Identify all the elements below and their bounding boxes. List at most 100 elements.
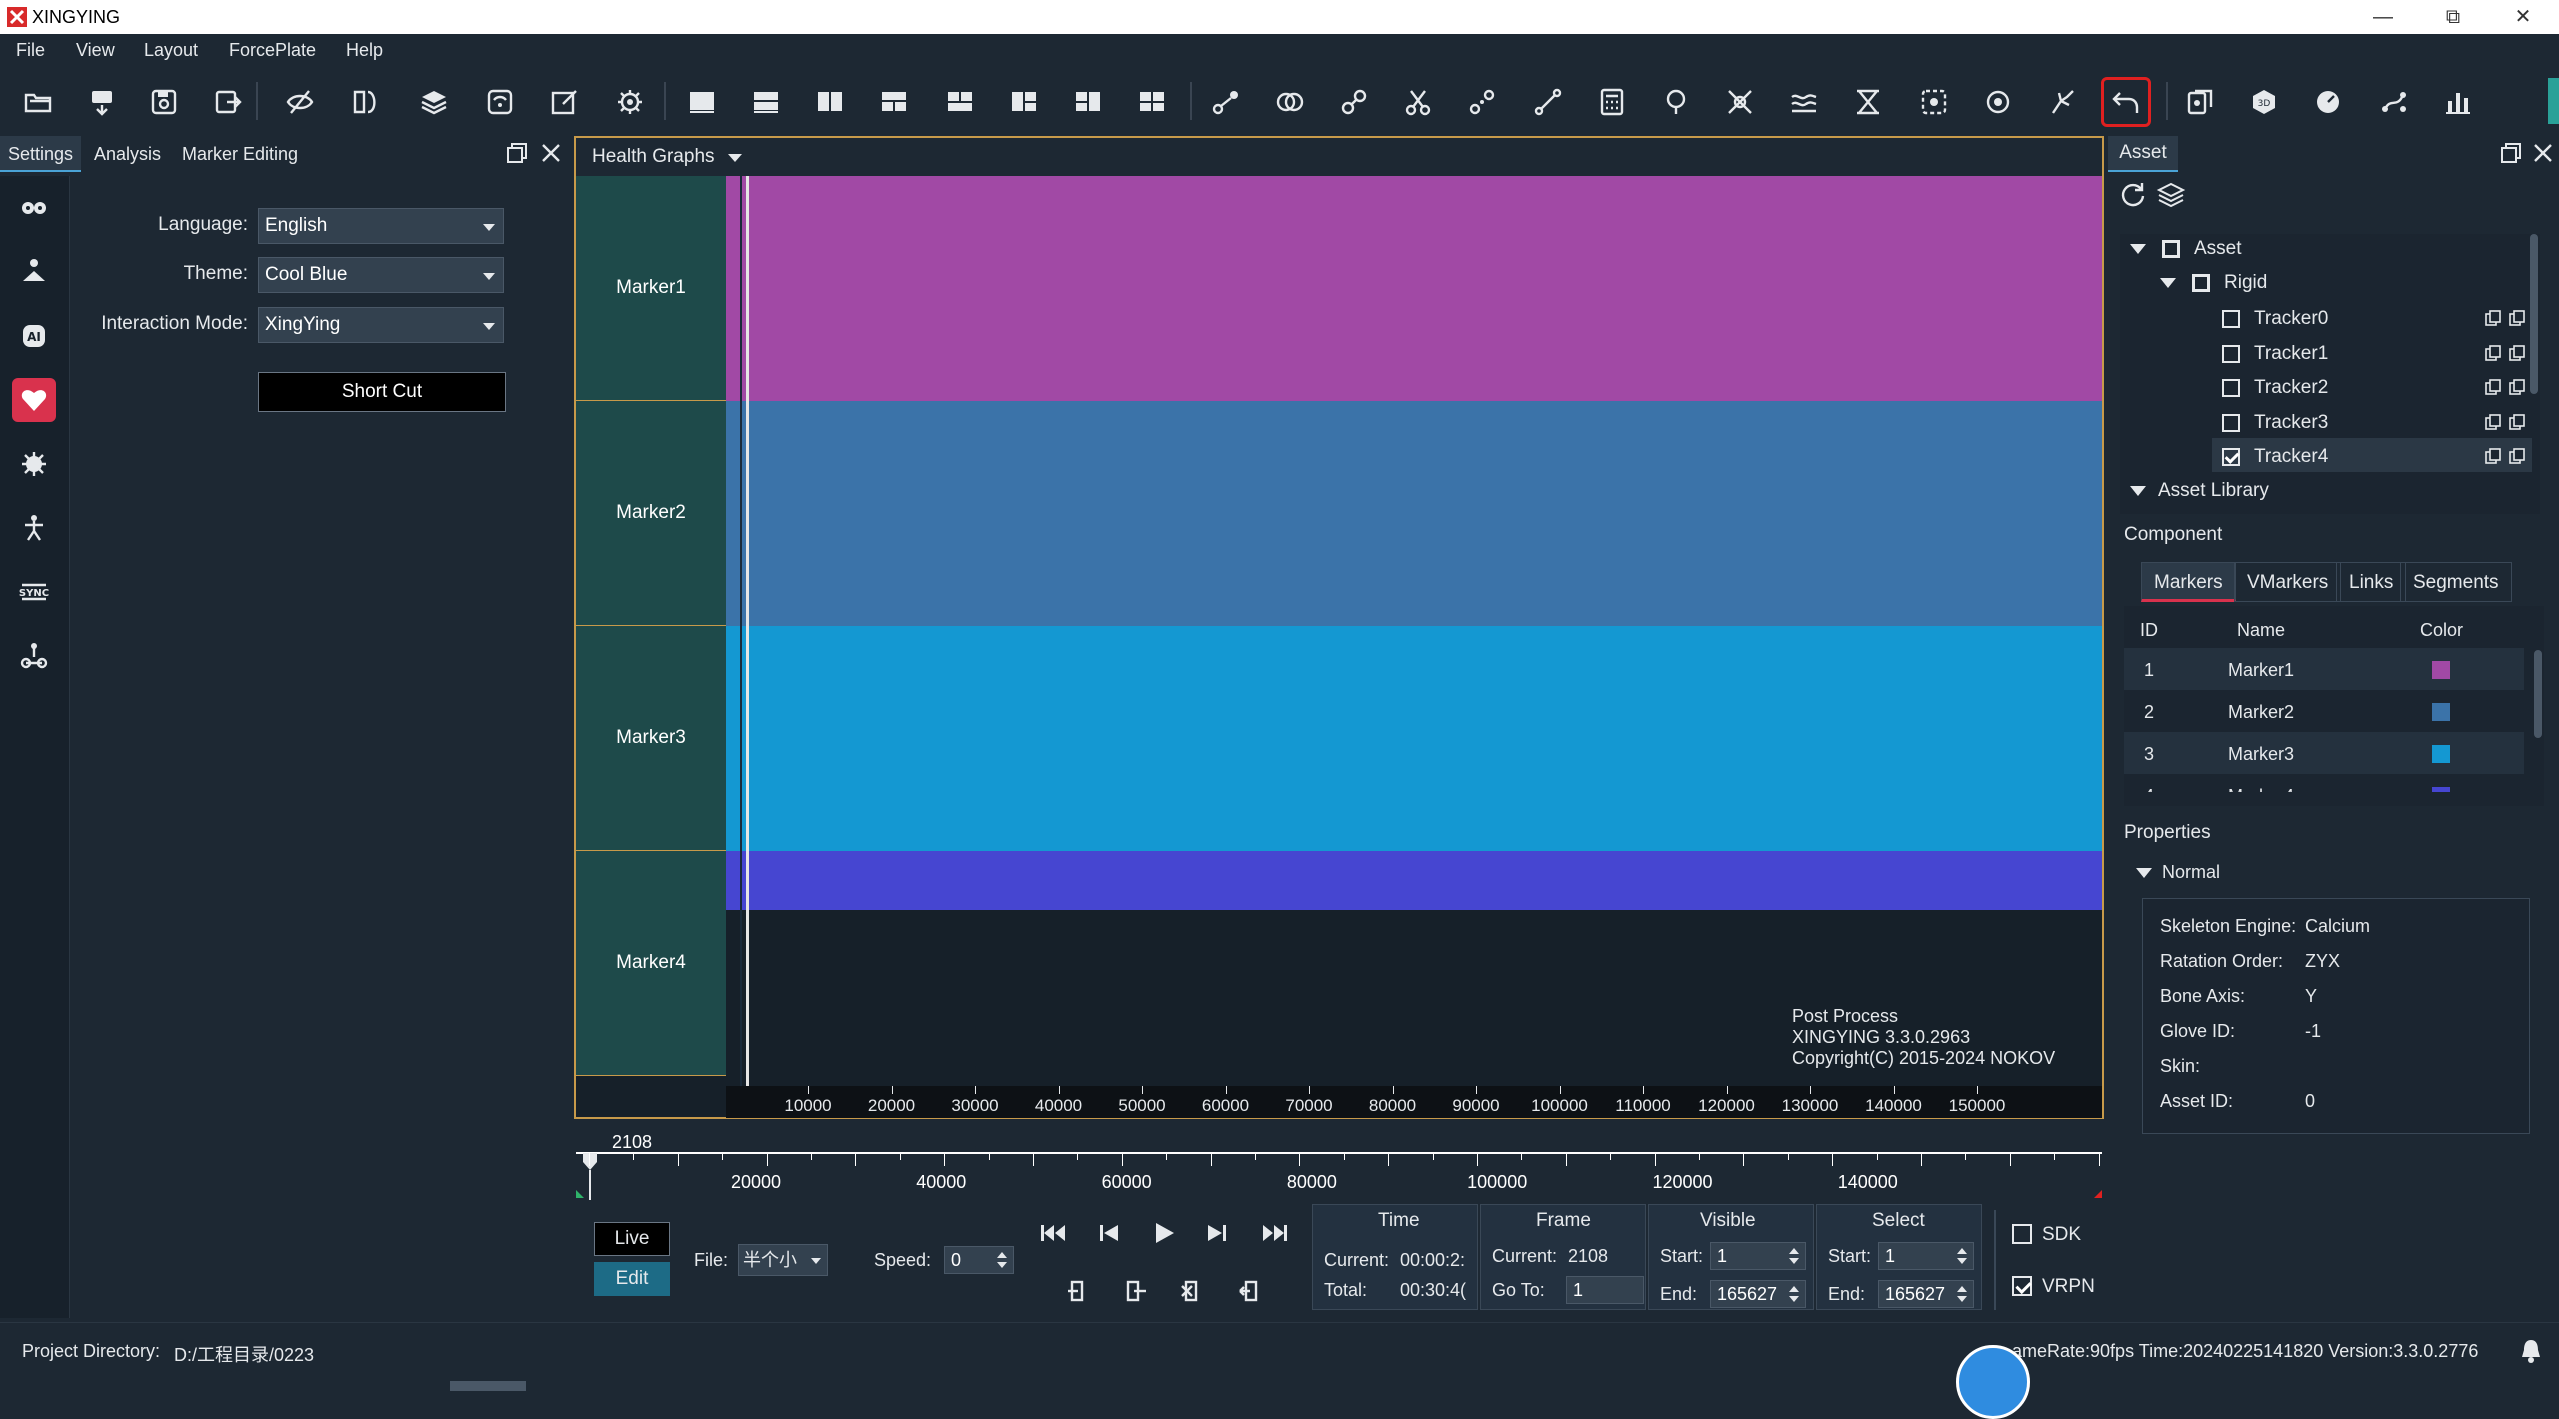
layout-2v-icon[interactable] bbox=[808, 80, 852, 124]
goto-field[interactable]: 1 bbox=[1566, 1276, 1644, 1304]
copy-icon[interactable] bbox=[2484, 413, 2502, 432]
join-icon[interactable] bbox=[1460, 80, 1504, 124]
tree-tracker[interactable]: Tracker4 bbox=[2254, 440, 2328, 474]
table-scrollbar[interactable] bbox=[2534, 650, 2542, 738]
rotate-target-icon[interactable] bbox=[1976, 80, 2020, 124]
connect-icon[interactable] bbox=[1204, 80, 1248, 124]
sdk-checkbox[interactable] bbox=[2012, 1224, 2032, 1244]
skeleton-icon[interactable] bbox=[12, 506, 56, 550]
float-panel-icon[interactable] bbox=[2500, 142, 2522, 164]
timeline-playhead-icon[interactable] bbox=[582, 1152, 598, 1172]
skip-to-end-icon[interactable] bbox=[1256, 1214, 1294, 1252]
layout-2h-icon[interactable] bbox=[744, 80, 788, 124]
play-icon[interactable] bbox=[1144, 1214, 1182, 1252]
close-panel-icon[interactable] bbox=[540, 142, 562, 164]
expand-library-icon[interactable] bbox=[2130, 486, 2146, 496]
bell-icon[interactable] bbox=[2518, 1337, 2544, 1365]
settings-icon[interactable] bbox=[608, 80, 652, 124]
vrpn-checkbox[interactable] bbox=[2012, 1276, 2032, 1296]
expand-range-icon[interactable] bbox=[1232, 1272, 1270, 1310]
filter-icon[interactable] bbox=[1846, 80, 1890, 124]
save-as-icon[interactable] bbox=[206, 80, 250, 124]
copy-icon[interactable] bbox=[2484, 344, 2502, 363]
live-button[interactable]: Live bbox=[594, 1222, 670, 1256]
toolbar-overflow-handle[interactable] bbox=[2548, 78, 2559, 124]
paste-icon[interactable] bbox=[2508, 344, 2526, 363]
calculator-icon[interactable] bbox=[1590, 80, 1634, 124]
layout-3c-icon[interactable] bbox=[1002, 80, 1046, 124]
file-select[interactable]: 半个小 bbox=[738, 1244, 828, 1276]
set-start-icon[interactable] bbox=[1060, 1272, 1098, 1310]
edit-icon[interactable] bbox=[542, 80, 586, 124]
visible-end-stepper[interactable]: 165627 bbox=[1710, 1280, 1806, 1308]
close-panel-icon[interactable] bbox=[2532, 142, 2554, 164]
target-icon[interactable] bbox=[1912, 80, 1956, 124]
minimize-icon[interactable]: — bbox=[2348, 2, 2418, 32]
set-end-icon[interactable] bbox=[1116, 1272, 1154, 1310]
tab-marker-editing[interactable]: Marker Editing bbox=[174, 136, 306, 172]
layout-3d-icon[interactable] bbox=[1066, 80, 1110, 124]
share-icon[interactable] bbox=[2372, 80, 2416, 124]
scooter-icon[interactable] bbox=[12, 634, 56, 678]
tab-vmarkers[interactable]: VMarkers bbox=[2234, 562, 2342, 602]
marker-color-swatch[interactable] bbox=[2432, 745, 2450, 763]
copy-icon[interactable] bbox=[2484, 310, 2502, 328]
tracker-checkbox[interactable] bbox=[2222, 413, 2240, 432]
cut-icon[interactable] bbox=[1396, 80, 1440, 124]
restore-icon[interactable]: ⧉ bbox=[2418, 2, 2488, 32]
expand-asset-icon[interactable] bbox=[2130, 244, 2146, 254]
layout-3b-icon[interactable] bbox=[938, 80, 982, 124]
paste-icon[interactable] bbox=[2508, 413, 2526, 432]
layers-icon[interactable] bbox=[2156, 180, 2186, 210]
paste-icon[interactable] bbox=[2508, 310, 2526, 328]
open-folder-icon[interactable] bbox=[16, 80, 60, 124]
copy-icon[interactable] bbox=[2484, 379, 2502, 397]
graph-cursor-line[interactable] bbox=[746, 176, 749, 1086]
select-start-stepper[interactable]: 1 bbox=[1878, 1242, 1974, 1270]
link-icon[interactable] bbox=[1332, 80, 1376, 124]
merge-icon[interactable] bbox=[1268, 80, 1312, 124]
float-panel-icon[interactable] bbox=[506, 142, 528, 164]
tracker-checkbox[interactable] bbox=[2222, 448, 2240, 466]
shortcut-button[interactable]: Short Cut bbox=[258, 372, 506, 412]
expand-normal-icon[interactable] bbox=[2136, 868, 2152, 878]
delete-marker-icon[interactable] bbox=[1718, 80, 1762, 124]
bone-icon[interactable] bbox=[1526, 80, 1570, 124]
interaction-mode-select[interactable]: XingYing bbox=[258, 307, 504, 343]
table-row[interactable]: 2 Marker2 bbox=[2124, 690, 2524, 732]
clear-range-icon[interactable] bbox=[1174, 1272, 1212, 1310]
settings-gear-icon[interactable] bbox=[12, 442, 56, 486]
mirror-icon[interactable] bbox=[344, 80, 388, 124]
tab-segments[interactable]: Segments bbox=[2400, 562, 2512, 602]
tab-links[interactable]: Links bbox=[2336, 562, 2407, 602]
broadcast-icon[interactable] bbox=[478, 80, 522, 124]
layout-1-icon[interactable] bbox=[680, 80, 724, 124]
tree-tracker[interactable]: Tracker1 bbox=[2254, 337, 2328, 371]
marker-color-swatch[interactable] bbox=[2432, 703, 2450, 721]
tracker-checkbox[interactable] bbox=[2222, 344, 2240, 363]
tree-asset[interactable]: Asset bbox=[2194, 232, 2242, 266]
tab-settings[interactable]: Settings bbox=[0, 136, 82, 172]
menu-file[interactable]: File bbox=[16, 40, 45, 61]
save-icon[interactable] bbox=[142, 80, 186, 124]
export-icon[interactable] bbox=[2178, 80, 2222, 124]
visible-start-stepper[interactable]: 1 bbox=[1710, 1242, 1806, 1270]
tree-rigid[interactable]: Rigid bbox=[2224, 266, 2267, 300]
asset-tab[interactable]: Asset bbox=[2108, 136, 2178, 172]
layout-4-icon[interactable] bbox=[1130, 80, 1174, 124]
table-row[interactable]: 1 Marker1 bbox=[2124, 648, 2524, 690]
theme-select[interactable]: Cool Blue bbox=[258, 257, 504, 293]
tracker-checkbox[interactable] bbox=[2222, 310, 2240, 328]
marker-color-swatch[interactable] bbox=[2432, 661, 2450, 679]
tree-asset-library[interactable]: Asset Library bbox=[2158, 474, 2269, 508]
previous-frame-icon[interactable] bbox=[1090, 1214, 1128, 1252]
tree-tracker[interactable]: Tracker3 bbox=[2254, 406, 2328, 440]
tracker-checkbox[interactable] bbox=[2222, 379, 2240, 397]
table-row[interactable]: 3 Marker3 bbox=[2124, 732, 2524, 774]
undo-icon[interactable] bbox=[2101, 77, 2151, 127]
capture-icon[interactable] bbox=[80, 80, 124, 124]
balloon-icon[interactable] bbox=[1654, 80, 1698, 124]
tab-markers[interactable]: Markers bbox=[2141, 562, 2236, 602]
menu-help[interactable]: Help bbox=[346, 40, 383, 61]
menu-view[interactable]: View bbox=[76, 40, 115, 61]
